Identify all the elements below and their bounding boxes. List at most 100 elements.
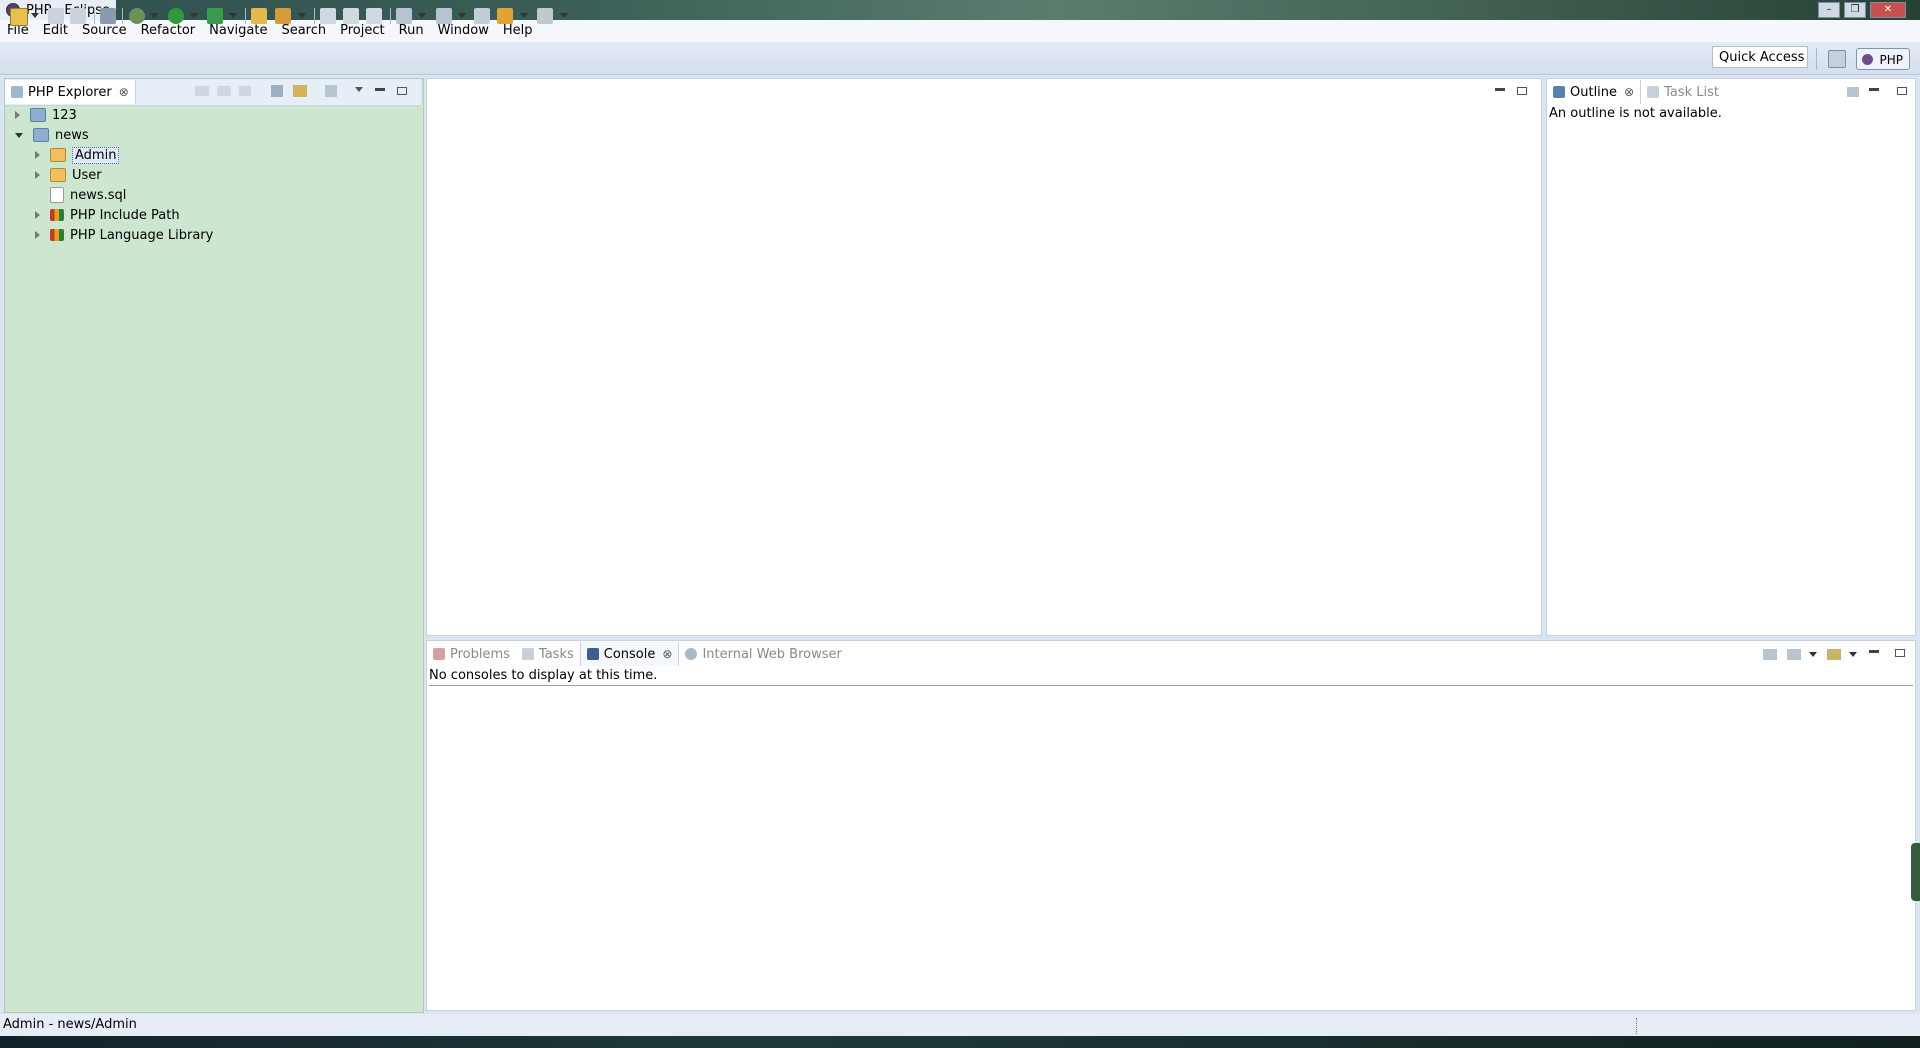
menu-refactor[interactable]: Refactor xyxy=(134,20,203,42)
search-icon[interactable] xyxy=(275,8,291,24)
tab-console-label: Console xyxy=(603,646,656,662)
debug-icon[interactable] xyxy=(129,8,145,24)
maximize-view-icon[interactable] xyxy=(1895,649,1905,657)
outline-icon xyxy=(1553,86,1565,98)
tree-item-php-include-path[interactable]: PHP Include Path xyxy=(35,205,180,225)
link-with-editor-icon[interactable] xyxy=(293,85,307,97)
console-icon xyxy=(586,648,599,660)
package-folder-icon xyxy=(50,148,66,162)
new-icon[interactable] xyxy=(10,8,28,26)
php-explorer-icon xyxy=(11,86,23,98)
toolbar-separator xyxy=(1816,48,1817,70)
close-icon[interactable]: ⊗ xyxy=(662,647,672,661)
php-perspective-icon xyxy=(1862,54,1873,65)
up-nav-icon[interactable] xyxy=(239,86,251,96)
save-icon[interactable] xyxy=(48,8,64,24)
maximize-view-icon[interactable] xyxy=(1897,87,1907,95)
status-bar: Admin - news/Admin xyxy=(0,1014,1920,1036)
external-tools-icon[interactable] xyxy=(207,8,223,24)
php-explorer-panel: PHP Explorer ⊗ 123 news Admin User news.… xyxy=(4,78,424,1013)
tree-label: User xyxy=(72,167,102,183)
maximize-view-icon[interactable] xyxy=(397,87,407,95)
tree-label: PHP Language Library xyxy=(70,227,214,243)
run-icon[interactable] xyxy=(168,8,184,24)
edit-icon[interactable] xyxy=(366,8,382,24)
close-icon[interactable]: ⊗ xyxy=(119,85,129,99)
open-console-icon[interactable] xyxy=(1827,649,1841,660)
display-console-dropdown-icon[interactable] xyxy=(1809,652,1817,657)
tab-task-list[interactable]: Task List xyxy=(1641,80,1725,104)
tab-tasks[interactable]: Tasks xyxy=(516,642,580,666)
console-message: No consoles to display at this time. xyxy=(429,668,1913,686)
pin-console-icon[interactable] xyxy=(1763,649,1777,660)
search-dropdown-icon[interactable] xyxy=(298,13,306,18)
new-dropdown-icon[interactable] xyxy=(31,13,39,18)
expand-icon[interactable] xyxy=(35,231,40,239)
last-edit-location-icon[interactable] xyxy=(474,8,490,24)
close-icon[interactable]: ✕ xyxy=(1870,2,1906,18)
minimize-view-icon[interactable] xyxy=(375,88,385,91)
minimize-view-icon[interactable] xyxy=(1495,88,1505,91)
next-annotation-dropdown-icon[interactable] xyxy=(418,13,426,18)
open-console-dropdown-icon[interactable] xyxy=(1849,652,1857,657)
collapse-icon[interactable] xyxy=(15,132,23,138)
expand-icon[interactable] xyxy=(15,111,20,119)
open-type-icon[interactable] xyxy=(251,8,267,24)
library-icon xyxy=(50,209,64,221)
previous-annotation-dropdown-icon[interactable] xyxy=(458,13,466,18)
show-whitespace-icon[interactable] xyxy=(343,8,359,24)
tree-item-news[interactable]: news xyxy=(15,125,89,145)
side-handle[interactable] xyxy=(1911,843,1920,901)
expand-icon[interactable] xyxy=(35,211,40,219)
tree-item-php-language-library[interactable]: PHP Language Library xyxy=(35,225,213,245)
tree-label: news xyxy=(55,127,89,143)
focus-task-icon[interactable] xyxy=(325,85,337,97)
os-taskbar xyxy=(0,1036,1920,1048)
close-icon[interactable]: ⊗ xyxy=(1624,85,1634,99)
previous-annotation-icon[interactable] xyxy=(436,8,452,24)
toggle-mark-icon[interactable] xyxy=(100,8,116,24)
back-dropdown-icon[interactable] xyxy=(520,13,528,18)
focus-icon[interactable] xyxy=(1847,87,1859,97)
maximize-view-icon[interactable] xyxy=(1517,87,1527,95)
minimize-icon[interactable]: – xyxy=(1818,2,1840,18)
display-console-icon[interactable] xyxy=(1787,649,1801,660)
library-icon xyxy=(50,229,64,241)
toolbar-separator xyxy=(390,8,391,24)
forward-icon[interactable] xyxy=(537,8,553,24)
save-all-icon[interactable] xyxy=(70,8,86,24)
run-dropdown-icon[interactable] xyxy=(190,13,198,18)
tab-outline[interactable]: Outline ⊗ xyxy=(1547,80,1642,104)
tree-item-123[interactable]: 123 xyxy=(15,105,77,125)
minimize-view-icon[interactable] xyxy=(1869,88,1879,91)
collapse-all-icon[interactable] xyxy=(271,85,283,97)
tree-item-user[interactable]: User xyxy=(35,165,102,185)
tab-php-explorer[interactable]: PHP Explorer ⊗ xyxy=(5,80,136,104)
toolbar-separator xyxy=(245,8,246,24)
forward-dropdown-icon[interactable] xyxy=(560,13,568,18)
project-folder-icon xyxy=(33,128,49,142)
debug-dropdown-icon[interactable] xyxy=(150,13,158,18)
expand-icon[interactable] xyxy=(35,151,40,159)
back-nav-icon[interactable] xyxy=(195,86,209,96)
next-annotation-icon[interactable] xyxy=(396,8,412,24)
menu-project[interactable]: Project xyxy=(333,20,391,42)
tree-item-admin[interactable]: Admin xyxy=(35,145,120,165)
view-menu-icon[interactable] xyxy=(355,87,363,92)
back-icon[interactable] xyxy=(497,8,513,24)
tree-item-news-sql[interactable]: news.sql xyxy=(50,185,126,205)
perspective-php-button[interactable]: PHP xyxy=(1856,48,1910,70)
tab-task-list-label: Task List xyxy=(1664,84,1720,100)
forward-nav-icon[interactable] xyxy=(217,86,231,96)
quick-access-input[interactable]: Quick Access xyxy=(1712,46,1808,68)
tab-internal-web-browser[interactable]: Internal Web Browser xyxy=(679,642,847,666)
open-perspective-icon[interactable] xyxy=(1828,50,1846,68)
restore-icon[interactable]: ❐ xyxy=(1844,2,1866,18)
tab-problems[interactable]: Problems xyxy=(427,642,516,666)
toggle-block-icon[interactable] xyxy=(320,8,336,24)
tasks-icon xyxy=(521,648,534,660)
external-tools-dropdown-icon[interactable] xyxy=(229,13,237,18)
expand-icon[interactable] xyxy=(35,171,40,179)
tab-console[interactable]: Console ⊗ xyxy=(579,642,680,666)
minimize-view-icon[interactable] xyxy=(1869,650,1879,653)
